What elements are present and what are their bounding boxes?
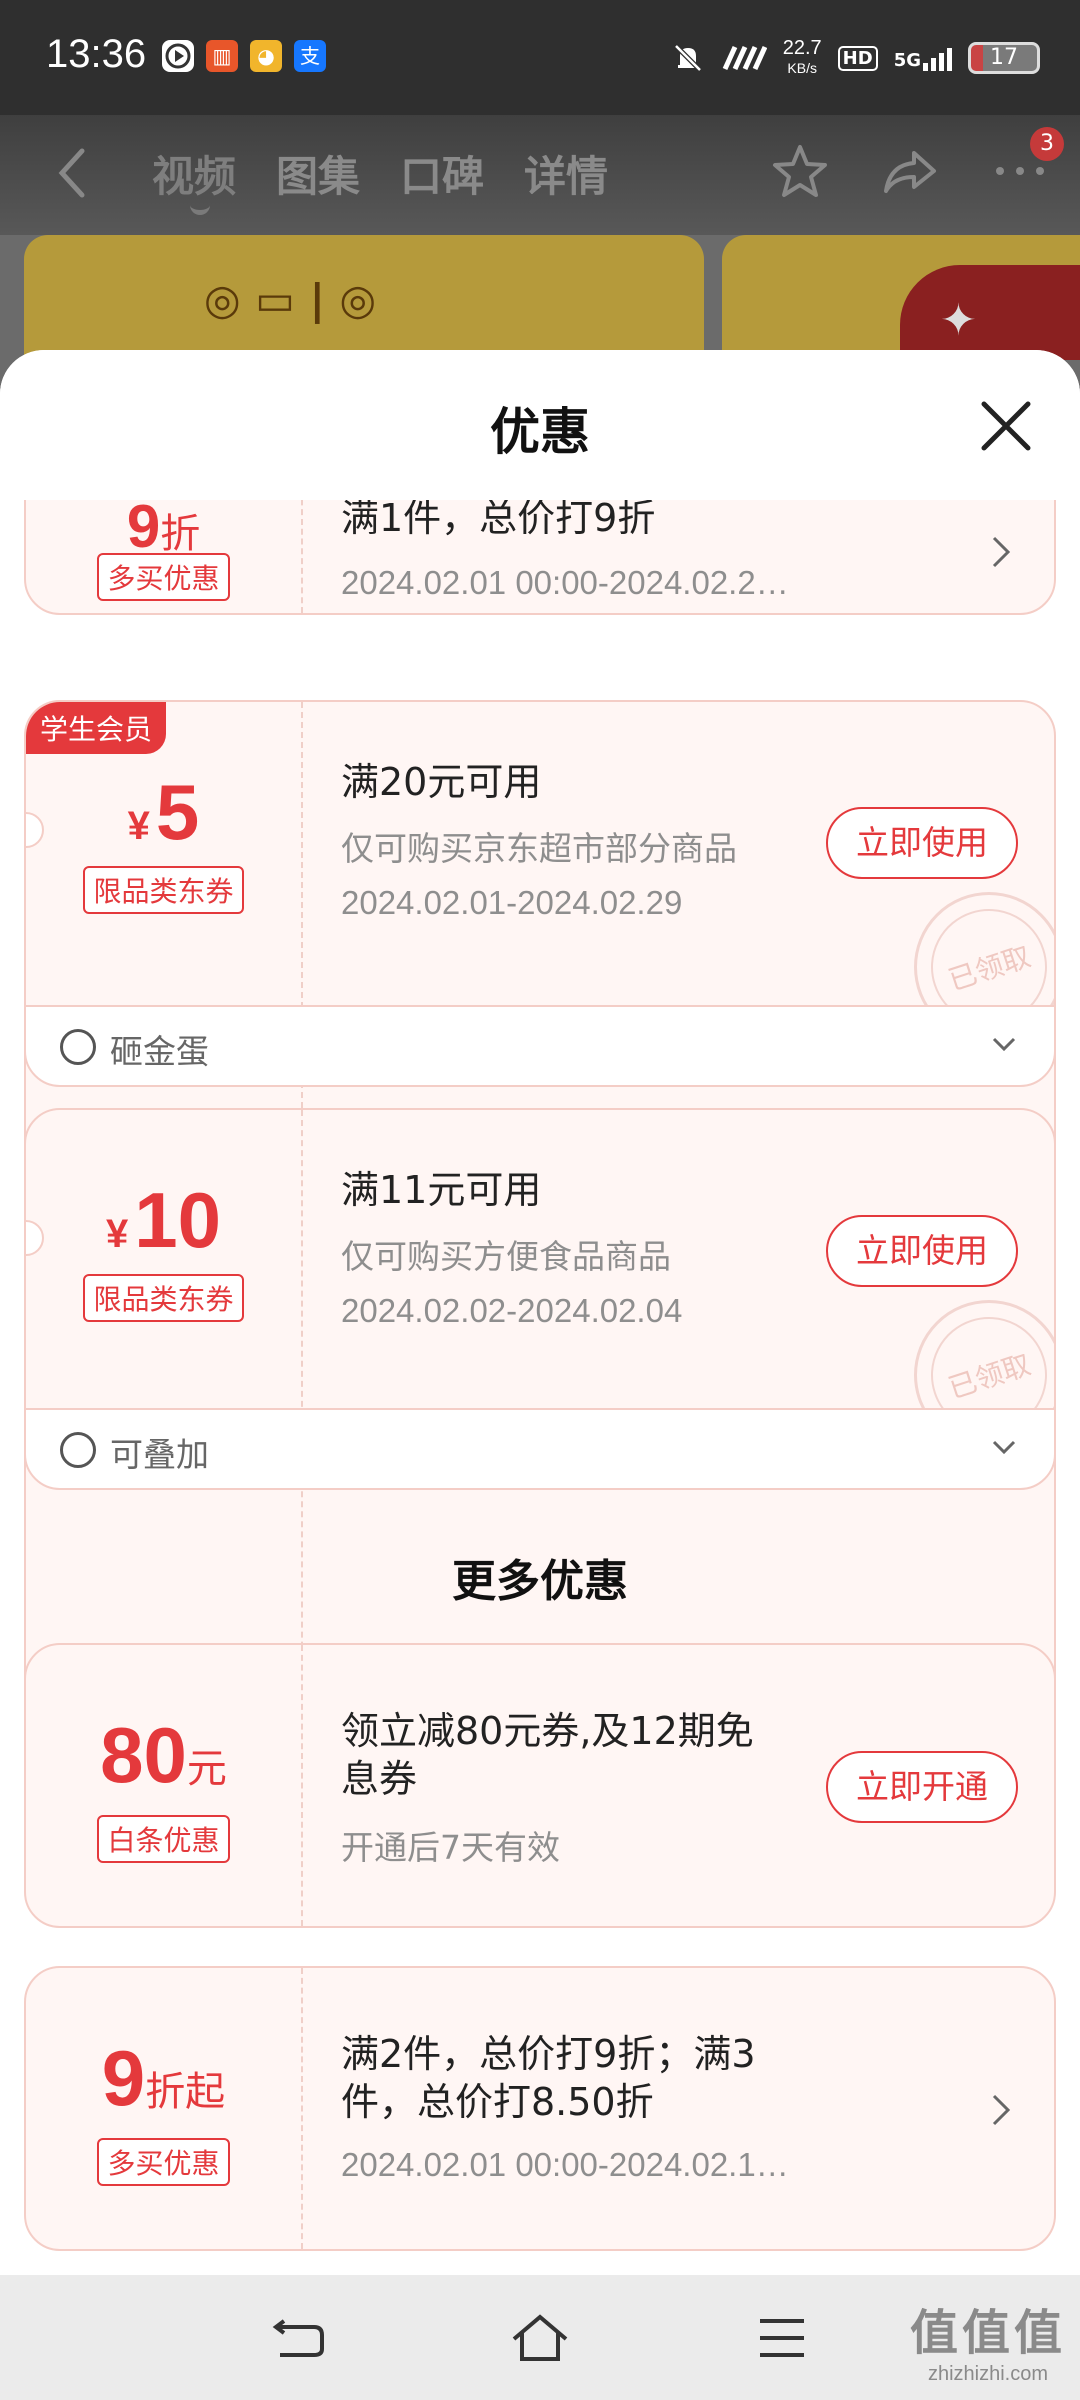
coupon-scope: 仅可购买方便食品商品: [341, 1237, 671, 1276]
tab-gallery[interactable]: 图集: [276, 143, 360, 204]
footer-label: 可叠加: [110, 1435, 209, 1474]
baitiao-coupon-card: 80元 白条优惠 领立减80元券,及12期免 息券 开通后7天有效 立即开通: [24, 1643, 1056, 1928]
coupon-date: 2024.02.01-2024.02.29: [341, 884, 683, 921]
signal-icon: 5G: [894, 45, 952, 71]
coupon-footer-stackable[interactable]: 可叠加: [24, 1408, 1056, 1490]
sheet-title: 优惠: [490, 403, 590, 461]
battery-indicator: 17: [968, 42, 1040, 74]
coupon-amount: ¥10: [105, 1176, 221, 1264]
stackable-icon: [60, 1432, 96, 1468]
chevron-right-icon: [992, 536, 1011, 568]
discount-sheet: 优惠 9折 多买优惠 满1件，总价打9折 2024.02.01 00:00-20…: [0, 350, 1080, 2275]
status-bar: 13:36 ▥ ◕ 支 22.7 KB/s HD 5G 17: [0, 0, 1080, 115]
alipay-icon: 支: [294, 40, 326, 72]
promo-banner[interactable]: ◎ ▭ | ◎: [24, 235, 704, 355]
coupon-tag: 限品类东券: [83, 1274, 244, 1322]
top-nav: 视频 图集 口碑 详情 3: [0, 115, 1080, 235]
tab-details[interactable]: 详情: [524, 143, 608, 204]
use-now-button[interactable]: 立即使用: [826, 807, 1018, 879]
festival-badge: ✦: [900, 265, 1080, 360]
app-yellow-icon: ◕: [250, 40, 282, 72]
coupon-condition: 满1件，总价打9折: [341, 496, 656, 540]
tab-video[interactable]: 视频: [152, 143, 236, 204]
status-time: 13:36: [46, 32, 147, 76]
coupon-amount: 9折: [126, 493, 201, 560]
coupon-date: 2024.02.01 00:00-2024.02.2…: [341, 564, 789, 601]
net-speed: 22.7 KB/s: [782, 37, 822, 76]
coupon-condition: 满20元可用: [341, 760, 542, 804]
chevron-down-icon: [992, 1037, 1016, 1052]
more-menu-button[interactable]: 3: [990, 127, 1064, 201]
close-icon[interactable]: [978, 398, 1034, 454]
use-now-button[interactable]: 立即使用: [826, 1215, 1018, 1287]
multibuy-coupon-card[interactable]: 9折起 多买优惠 满2件，总价打9折；满3 件，总价打8.50折 2024.02…: [24, 1966, 1056, 2251]
tab-reviews[interactable]: 口碑: [400, 143, 484, 204]
coupon-amount: ¥5: [127, 768, 200, 856]
coupon-condition-line2: 件，总价打8.50折: [341, 2080, 654, 2124]
hd-badge: HD: [837, 45, 878, 71]
mute-bell-icon: [673, 44, 702, 72]
coupon-validity: 开通后7天有效: [341, 1828, 560, 1867]
wifi-hotspot-icon: [722, 45, 767, 71]
coupon-amount: 80元: [100, 1711, 227, 1799]
app-red-icon: ▥: [206, 40, 238, 72]
share-icon[interactable]: [880, 141, 940, 201]
star-icon[interactable]: [770, 141, 830, 201]
coupon-tag: 多买优惠: [97, 553, 230, 601]
banner-logo: ◎ ▭ | ◎: [204, 275, 377, 324]
coupon-amount: 9折起: [101, 2034, 226, 2122]
coupon-date: 2024.02.01 00:00-2024.02.1…: [341, 2146, 789, 2183]
system-nav-bar: 值值值 zhizhizhi.com: [0, 2275, 1080, 2400]
sheet-header: 优惠: [0, 350, 1080, 500]
coupon-condition: 满11元可用: [341, 1168, 542, 1212]
golden-egg-icon: [60, 1029, 96, 1065]
coupon-date: 2024.02.02-2024.02.04: [341, 1292, 683, 1329]
coupon-tag: 多买优惠: [97, 2138, 230, 2186]
coupon-condition-line1: 领立减80元券,及12期免: [341, 1709, 754, 1753]
home-nav-icon[interactable]: [510, 2313, 570, 2363]
back-icon[interactable]: [52, 145, 92, 201]
chevron-right-icon: [992, 2094, 1011, 2126]
active-tab-indicator: [190, 205, 210, 215]
coupon-tag: 白条优惠: [97, 1815, 230, 1863]
site-watermark: 值值值 zhizhizhi.com: [909, 2305, 1066, 2385]
activate-now-button[interactable]: 立即开通: [826, 1751, 1018, 1823]
coupon-condition-line1: 满2件，总价打9折；满3: [341, 2032, 756, 2076]
menu-nav-icon[interactable]: [752, 2313, 812, 2363]
chevron-down-icon: [992, 1440, 1016, 1455]
more-discounts-title: 更多优惠: [452, 1556, 628, 1607]
back-nav-icon[interactable]: [270, 2313, 330, 2363]
coupon-scope: 仅可购买京东超市部分商品: [341, 829, 737, 868]
coupon-tag: 限品类东券: [83, 866, 244, 914]
coupon-condition-line2: 息券: [341, 1757, 418, 1801]
play-icon: [162, 40, 194, 72]
footer-label: 砸金蛋: [110, 1032, 209, 1071]
coupon-footer-golden-egg[interactable]: 砸金蛋: [24, 1005, 1056, 1087]
notification-badge: 3: [1030, 127, 1064, 161]
student-member-tag: 学生会员: [26, 702, 167, 754]
